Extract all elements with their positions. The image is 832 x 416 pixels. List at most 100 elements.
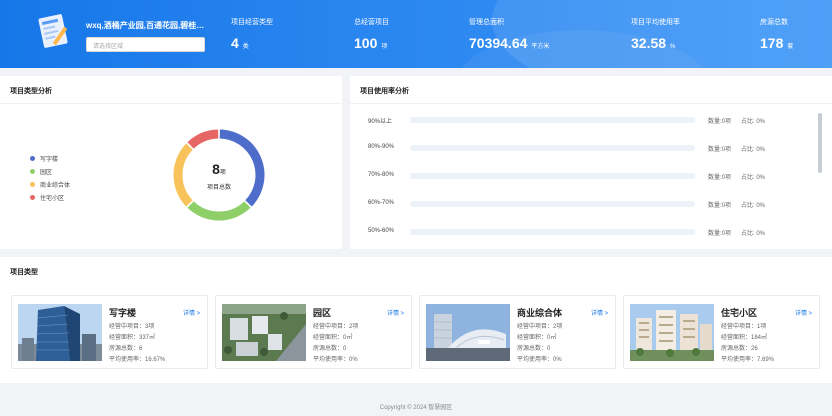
project-image [630,304,714,361]
project-name[interactable]: wxq,酒桶产业园,百通花园,碧桂园,... [86,20,210,31]
stat-value: 100 [354,35,378,51]
usage-ratio: 占比: 0% [741,119,766,125]
project-image [222,304,306,361]
card-unit-count: 房源总数：6 [109,346,143,352]
card-detail-link[interactable]: 详情 > [795,308,812,317]
stat-value: 32.58 [631,35,667,51]
usage-row: 90%以上 数量:0项 占比: 0% [368,114,808,126]
legend-dot [30,182,35,187]
card-usage-rate: 平均使用率：0% [517,357,562,363]
stat-value: 4 [231,35,239,51]
stat-total-projects: 总经营项目 100 项 [354,17,389,53]
usage-range-label: 80%-90% [368,144,395,150]
usage-analysis-panel: 项目使用率分析 [350,76,832,249]
card-unit-count: 房源总数：0 [517,346,551,352]
legend-dot [30,156,35,161]
legend-label: 写字楼 [40,157,59,163]
panel-title: 项目使用率分析 [360,88,409,95]
panel-title: 项目类型分析 [10,88,52,95]
legend-item-residential[interactable]: 住宅小区 [30,191,70,204]
card-area: 经营面积：0㎡ [517,335,557,341]
stat-label: 总经营项目 [354,19,389,26]
stat-unit: % [670,44,676,50]
header-banner: wxq,酒桶产业园,百通花园,碧桂园,... 请选择区域 项目经营类型 4类 总… [0,0,832,68]
chart-legend: 写字楼 园区 商业综合体 住宅小区 [30,152,70,204]
project-card-residential[interactable]: 住宅小区 详情 > 经营中项目：1项 经营面积：184㎡ 房源总数：26 平均使… [623,295,820,369]
area-select[interactable]: 请选择区域 [86,37,205,52]
usage-ratio: 占比: 0% [741,231,766,237]
project-card-office[interactable]: 写字楼 详情 > 经营中项目：3项 经营面积：337㎡ 房源总数：6 平均使用率… [11,295,208,369]
card-active-projects: 经营中项目：3项 [109,324,155,330]
stat-business-types: 项目经营类型 4类 [231,17,273,53]
card-unit-count: 房源总数：0 [313,346,347,352]
usage-range-label: 70%-80% [368,172,395,178]
donut-total: 8项 [172,161,266,177]
card-title: 商业综合体 [517,308,563,318]
card-detail-link[interactable]: 详情 > [387,308,404,317]
stat-unit: 项 [381,44,388,50]
card-detail-link[interactable]: 详情 > [591,308,608,317]
usage-count: 数量:0项 [708,175,732,181]
card-title: 写字楼 [109,308,137,318]
usage-progress-track [410,229,695,235]
project-image [18,304,102,361]
donut-total-label: 项目总数 [206,185,231,191]
donut-chart: 8项 项目总数 [172,126,266,224]
usage-count: 数量:0项 [708,119,732,125]
usage-progress-track [410,117,695,123]
legend-dot [30,195,35,200]
usage-progress-track [410,201,695,207]
stat-value: 178 [760,35,784,51]
stat-unit: 套 [787,44,794,50]
project-card-commercial[interactable]: 商业综合体 详情 > 经营中项目：2项 经营面积：0㎡ 房源总数：0 平均使用率… [419,295,616,369]
card-area: 经营面积：184㎡ [721,335,768,341]
divider [350,103,832,104]
legend-label: 园区 [40,170,53,176]
card-active-projects: 经营中项目：2项 [313,324,359,330]
stat-total-area: 管理总面积 70394.64 平方米 [469,17,549,53]
legend-item-park[interactable]: 园区 [30,165,70,178]
card-usage-rate: 平均使用率：16.67% [109,357,166,363]
usage-row: 60%-70% 数量:0项 占比: 0% [368,198,808,210]
legend-item-commercial[interactable]: 商业综合体 [30,178,70,191]
card-area: 经营面积：337㎡ [109,335,156,341]
card-active-projects: 经营中项目：1项 [721,324,767,330]
stat-unit: 平方米 [531,44,550,50]
usage-progress-track [410,173,695,179]
card-title: 园区 [313,308,332,318]
legend-dot [30,169,35,174]
usage-scrollbar[interactable] [818,113,822,173]
card-area: 经营面积：0㎡ [313,335,353,341]
usage-ratio: 占比: 0% [741,203,766,209]
divider [0,103,342,104]
card-usage-rate: 平均使用率：7.69% [721,357,775,363]
card-active-projects: 经营中项目：2项 [517,324,563,330]
usage-range-label: 50%-60% [368,228,395,234]
project-image [426,304,510,361]
usage-progress-track [410,145,695,151]
usage-range-label: 90%以上 [368,119,393,125]
card-title: 住宅小区 [721,308,758,318]
project-card-park[interactable]: 园区 详情 > 经营中项目：2项 经营面积：0㎡ 房源总数：0 平均使用率：0% [215,295,412,369]
legend-label: 商业综合体 [40,183,71,189]
card-usage-rate: 平均使用率：0% [313,357,358,363]
donut-total-unit: 项 [219,170,226,176]
usage-ratio: 占比: 0% [741,175,766,181]
legend-label: 住宅小区 [40,196,65,202]
card-detail-link[interactable]: 详情 > [183,308,200,317]
stat-label: 项目平均使用率 [631,19,680,26]
legend-item-office[interactable]: 写字楼 [30,152,70,165]
stat-label: 项目经营类型 [231,19,273,26]
donut-center: 8项 项目总数 [172,126,266,224]
section-title: 项目类型 [10,269,38,276]
stat-total-units: 房源总数 178 套 [760,17,793,53]
stat-label: 房源总数 [760,19,788,26]
donut-total-value: 8 [212,161,220,177]
stat-average-usage: 项目平均使用率 32.58% [631,17,680,53]
usage-row: 50%-60% 数量:0项 占比: 0% [368,226,808,238]
usage-count: 数量:0项 [708,147,732,153]
usage-ratio: 占比: 0% [741,147,766,153]
usage-count: 数量:0项 [708,231,732,237]
card-unit-count: 房源总数：26 [721,346,758,352]
stat-value: 70394.64 [469,35,528,51]
